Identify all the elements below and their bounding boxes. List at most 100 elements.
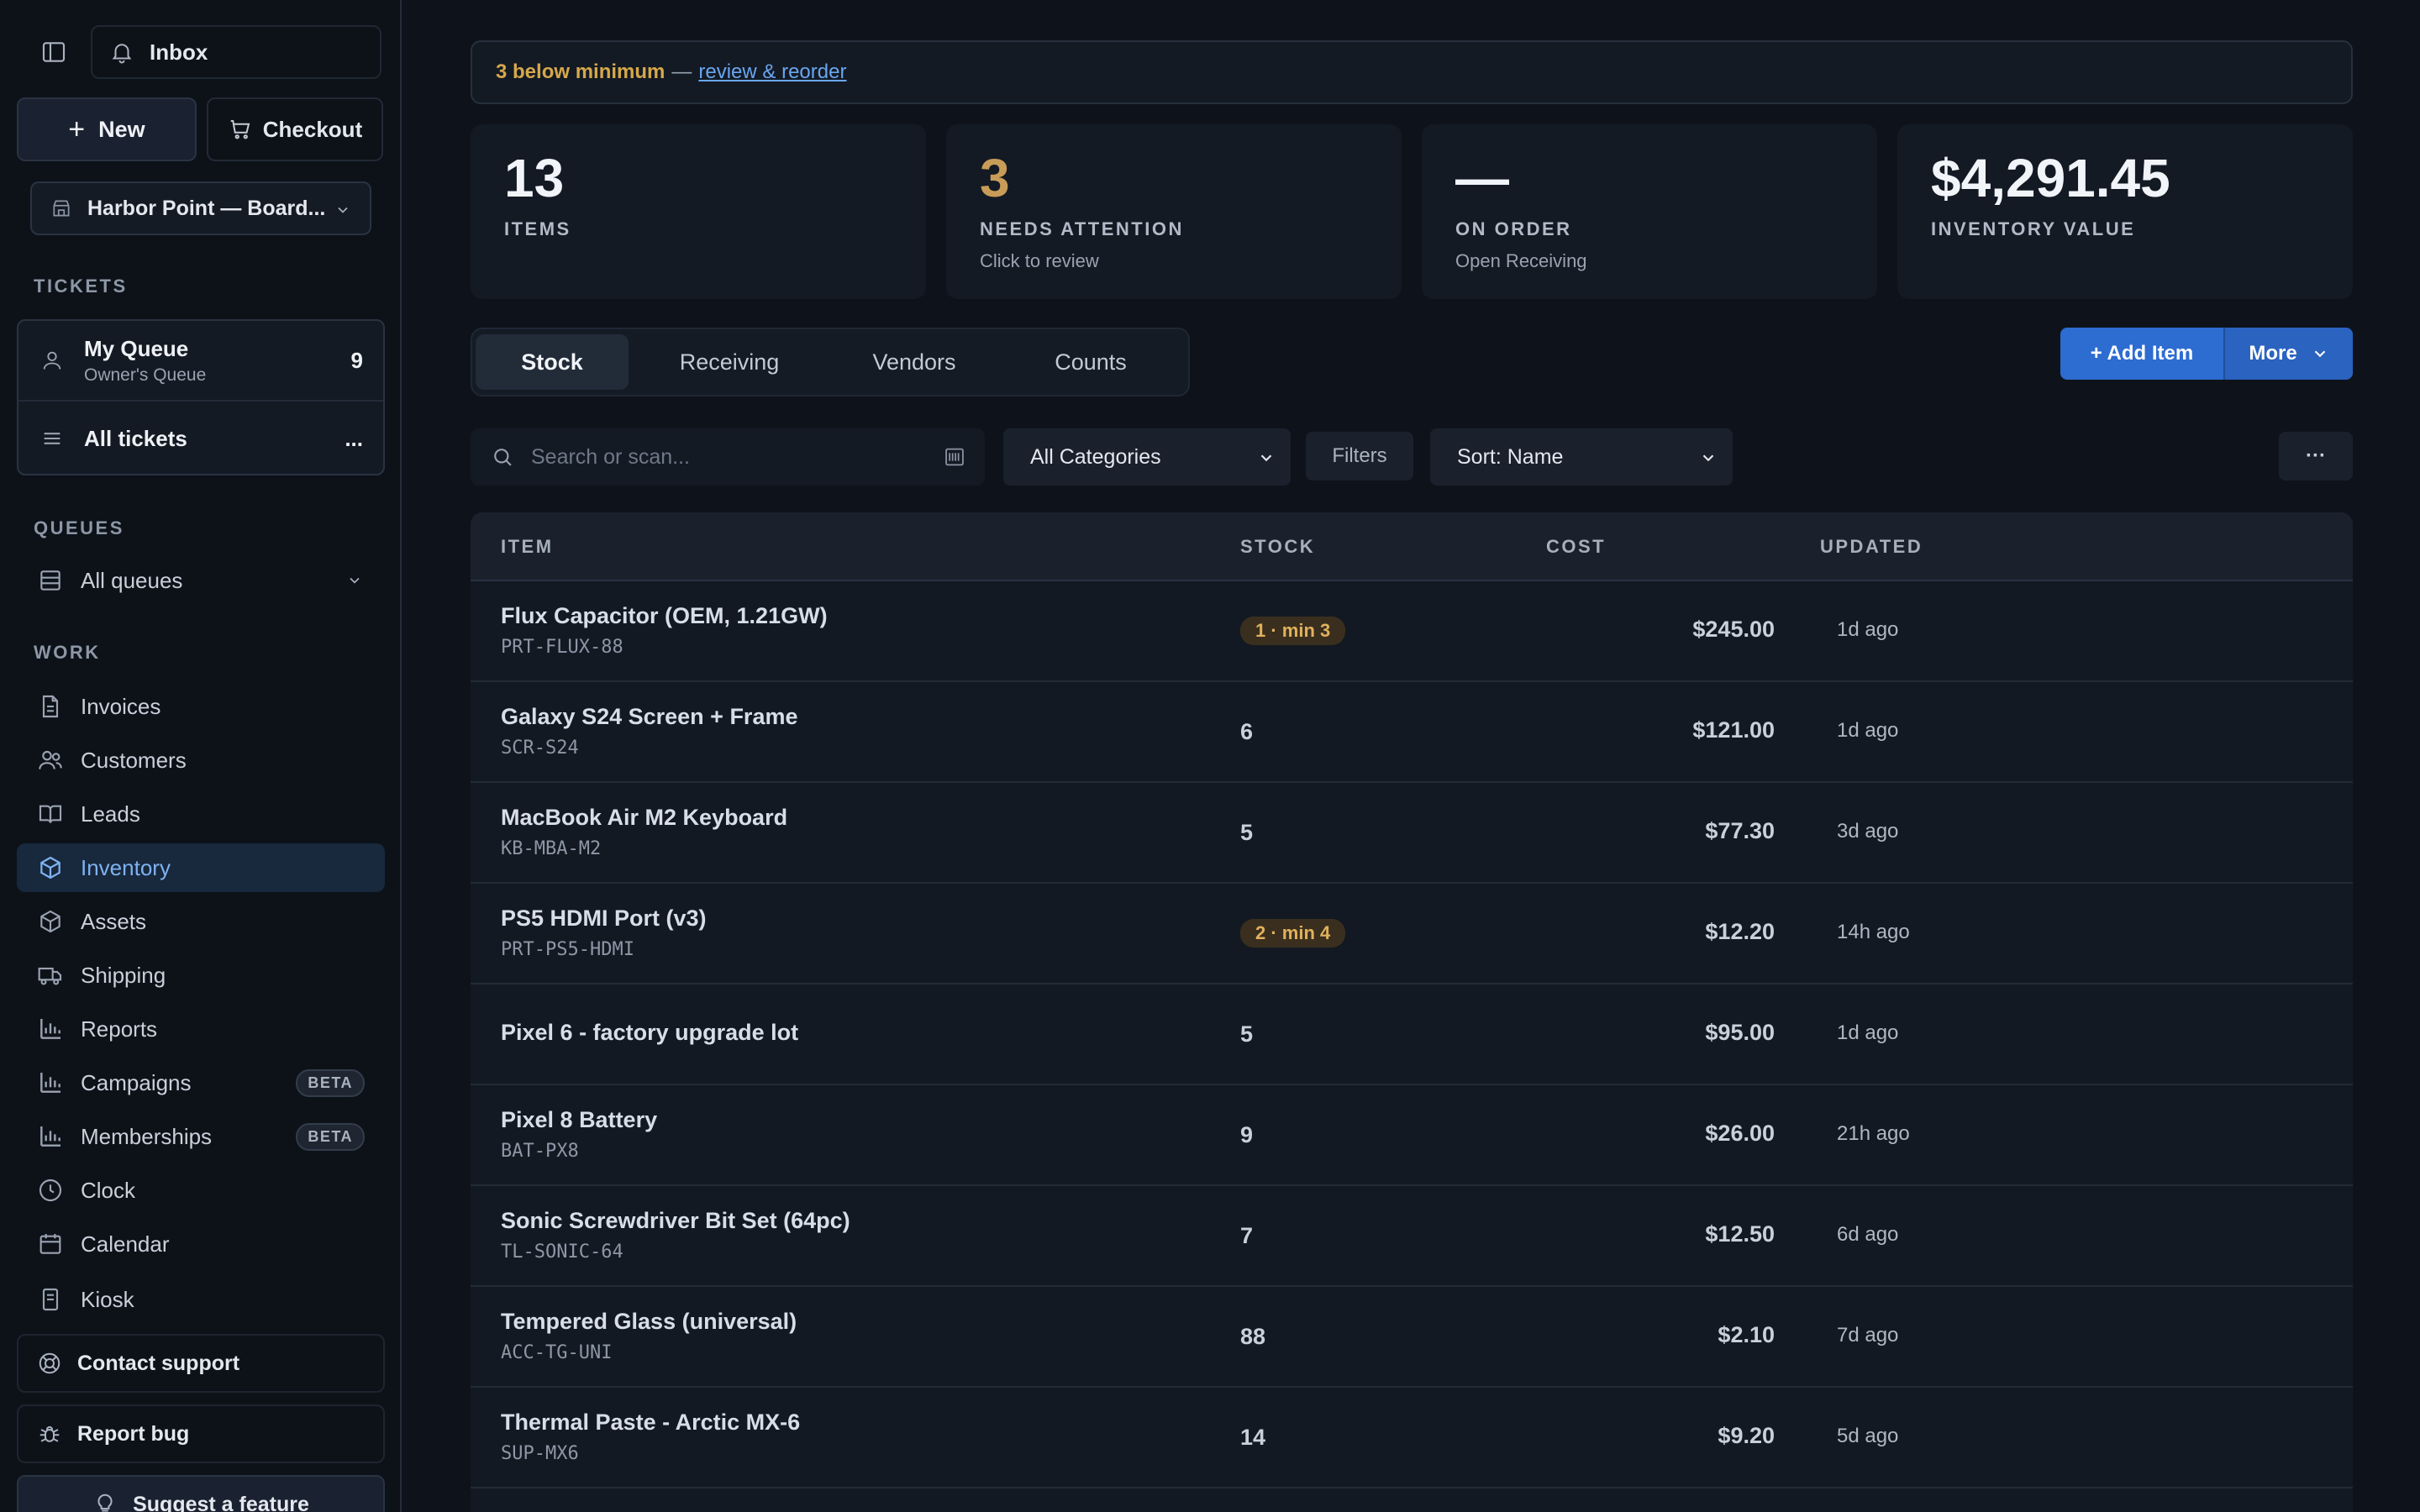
low-stock-badge: 2 · min 4 (1240, 919, 1346, 948)
item-name: Sonic Screwdriver Bit Set (64pc) (501, 1208, 850, 1233)
beta-badge: BETA (296, 1122, 365, 1151)
sidebar-item-campaigns[interactable]: Campaigns BETA (17, 1058, 385, 1107)
category-select[interactable]: All Categories (1003, 428, 1291, 486)
column-header-updated[interactable]: UPDATED (1820, 536, 1923, 558)
sidebar-item-label: Invoices (81, 693, 161, 719)
report-bug-label: Report bug (77, 1421, 190, 1446)
chevron-down-icon (334, 202, 351, 218)
tab-counts[interactable]: Counts (1007, 334, 1175, 390)
item-updated: 14h ago (1837, 921, 1910, 943)
more-button[interactable]: More (2223, 328, 2353, 380)
all-tickets-more[interactable]: ... (345, 426, 363, 452)
chevron-down-icon (1699, 449, 1718, 467)
add-item-button[interactable]: + Add Item (2060, 328, 2223, 380)
my-queue-item[interactable]: My Queue Owner's Queue 9 (18, 334, 383, 386)
more-options-button[interactable]: ··· (2279, 432, 2353, 480)
item-updated: 5d ago (1837, 1425, 1899, 1447)
all-tickets-item[interactable]: All tickets ... (18, 402, 383, 475)
main-content: 3 below minimum — review & reorder 13 IT… (403, 0, 2420, 1512)
table-row[interactable]: Flux Capacitor (OEM, 1.21GW) PRT-FLUX-88… (471, 581, 2353, 682)
inbox-button[interactable]: Inbox (91, 25, 381, 79)
my-queue-title: My Queue (84, 335, 189, 361)
all-queues-item[interactable]: All queues (17, 556, 385, 605)
filters-button[interactable]: Filters (1306, 432, 1413, 480)
sidebar-item-label: Shipping (81, 962, 166, 988)
sort-select[interactable]: Sort: Name (1430, 428, 1733, 486)
item-name: Flux Capacitor (OEM, 1.21GW) (501, 603, 828, 628)
item-name: Galaxy S24 Screen + Frame (501, 704, 798, 729)
table-row[interactable]: Thermal Paste - Arctic MX-6 SUP-MX6 14 $… (471, 1388, 2353, 1488)
stat-value: 3 (980, 148, 1010, 208)
sidebar-item-invoices[interactable]: Invoices (17, 682, 385, 731)
stat-card-needs-attention[interactable]: 3 NEEDS ATTENTION Click to review (946, 124, 1402, 299)
sidebar-item-calendar[interactable]: Calendar (17, 1220, 385, 1268)
table-row[interactable]: Pixel 8 Battery BAT-PX8 9 $26.00 21h ago (471, 1085, 2353, 1186)
queues-heading: QUEUES (34, 517, 124, 538)
book-open-icon (37, 801, 64, 827)
item-name: Thermal Paste - Arctic MX-6 (501, 1410, 801, 1435)
sidebar-item-shipping[interactable]: Shipping (17, 951, 385, 1000)
contact-support-button[interactable]: Contact support (17, 1334, 385, 1393)
cube-icon (37, 908, 64, 935)
sidebar-item-label: Memberships (81, 1123, 213, 1149)
item-cost: $12.50 (1705, 1221, 1775, 1247)
item-sku: TL-SONIC-64 (501, 1242, 623, 1263)
tab-vendors[interactable]: Vendors (830, 334, 998, 390)
barcode-scan-icon[interactable] (943, 445, 966, 469)
sidebar-item-inventory[interactable]: Inventory (17, 843, 385, 892)
item-sku: KB-MBA-M2 (501, 838, 602, 859)
table-row[interactable]: Tempered Glass (universal) ACC-TG-UNI 88… (471, 1287, 2353, 1388)
location-select[interactable]: Harbor Point — Board... (30, 181, 371, 235)
table-row[interactable]: Pixel 6 - factory upgrade lot 5 $95.00 1… (471, 984, 2353, 1085)
item-cost: $12.20 (1705, 919, 1775, 944)
location-label: Harbor Point — Board... (87, 196, 326, 220)
tablet-icon (37, 1286, 64, 1313)
tab-receiving[interactable]: Receiving (637, 334, 822, 390)
truck-icon (37, 962, 64, 989)
user-icon (40, 349, 64, 372)
column-header-stock[interactable]: STOCK (1240, 536, 1315, 558)
item-updated: 21h ago (1837, 1122, 1910, 1145)
alert-warning-text: 3 below minimum (496, 60, 666, 83)
item-updated: 1d ago (1837, 719, 1899, 742)
sidebar-item-kiosk[interactable]: Kiosk (17, 1275, 385, 1324)
new-button[interactable]: + New (17, 97, 197, 161)
sidebar-item-leads[interactable]: Leads (17, 790, 385, 838)
report-bug-button[interactable]: Report bug (17, 1404, 385, 1463)
tab-stock[interactable]: Stock (476, 334, 629, 390)
tickets-heading: TICKETS (34, 276, 128, 297)
users-icon (37, 747, 64, 774)
stat-value: $4,291.45 (1931, 148, 2170, 208)
plus-icon: + (68, 113, 86, 145)
chevron-down-icon (1257, 449, 1276, 467)
stat-card-on-order[interactable]: — ON ORDER Open Receiving (1422, 124, 1877, 299)
sidebar-toggle-icon[interactable] (40, 39, 67, 66)
item-updated: 3d ago (1837, 820, 1899, 843)
checkout-button[interactable]: Checkout (207, 97, 383, 161)
sidebar-item-memberships[interactable]: Memberships BETA (17, 1112, 385, 1161)
stat-card-items: 13 ITEMS (471, 124, 926, 299)
table-row[interactable]: Sonic Screwdriver Bit Set (64pc) TL-SONI… (471, 1186, 2353, 1287)
item-cost: $26.00 (1705, 1121, 1775, 1146)
chevron-down-icon (2311, 344, 2329, 363)
stat-label: ON ORDER (1455, 218, 1572, 239)
sidebar-item-customers[interactable]: Customers (17, 736, 385, 785)
review-reorder-link[interactable]: review & reorder (698, 60, 846, 84)
beta-badge: BETA (296, 1068, 365, 1097)
column-header-item[interactable]: ITEM (501, 536, 554, 558)
sidebar: Inbox + New Checkout Harbor Point — Boar… (0, 0, 402, 1512)
all-queues-label: All queues (81, 567, 183, 593)
inventory-tabs: Stock Receiving Vendors Counts (471, 328, 1190, 396)
inbox-label: Inbox (150, 39, 208, 65)
search-input[interactable]: Search or scan... (471, 428, 985, 486)
table-row[interactable]: PS5 HDMI Port (v3) PRT-PS5-HDMI 2 · min … (471, 884, 2353, 984)
table-row[interactable]: Galaxy S24 Screen + Frame SCR-S24 6 $121… (471, 682, 2353, 783)
column-header-cost[interactable]: COST (1546, 536, 1606, 558)
suggest-feature-button[interactable]: Suggest a feature (17, 1475, 385, 1512)
item-updated: 7d ago (1837, 1324, 1899, 1347)
sidebar-item-clock[interactable]: Clock (17, 1166, 385, 1215)
item-sku: PRT-PS5-HDMI (501, 939, 634, 960)
table-row[interactable]: MacBook Air M2 Keyboard KB-MBA-M2 5 $77.… (471, 783, 2353, 884)
sidebar-item-assets[interactable]: Assets (17, 897, 385, 946)
sidebar-item-reports[interactable]: Reports (17, 1005, 385, 1053)
